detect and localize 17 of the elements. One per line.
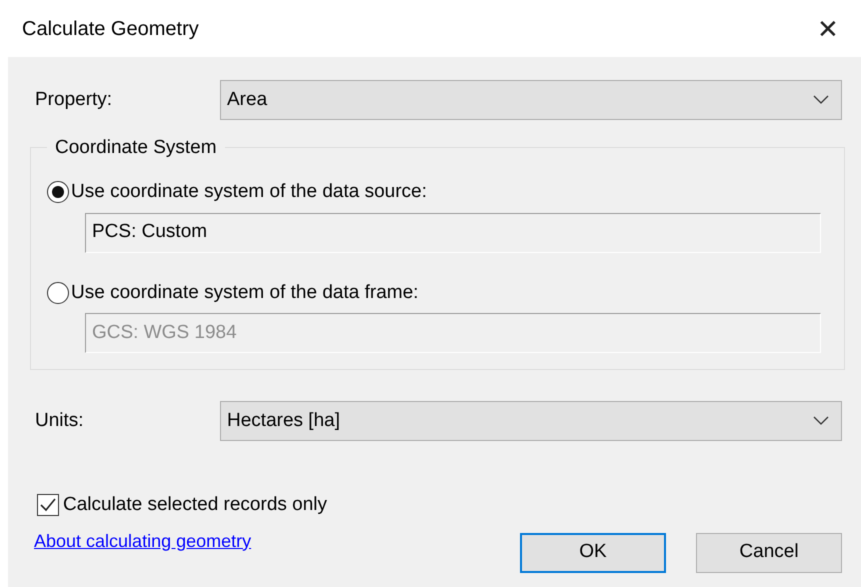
units-label: Units:: [35, 408, 85, 433]
checkbox[interactable]: [37, 494, 59, 516]
property-dropdown[interactable]: Area: [220, 80, 842, 120]
dialog-button[interactable]: Cancel: [696, 532, 842, 572]
selected-records-checkbox[interactable]: Calculate selected records only: [37, 491, 842, 520]
dialog-button[interactable]: OK: [520, 532, 666, 572]
window-title: Calculate Geometry: [22, 16, 199, 42]
group-legend: Coordinate System: [47, 136, 225, 160]
units-dropdown[interactable]: Hectares [ha]: [220, 401, 842, 441]
chevron-down-icon: [813, 416, 829, 426]
coordinate-system-field[interactable]: PCS: Custom: [85, 212, 821, 252]
radio-button[interactable]: [47, 181, 69, 204]
chevron-down-icon: [813, 95, 829, 105]
help-link[interactable]: About calculating geometry: [34, 528, 252, 554]
close-button[interactable]: ✕: [813, 16, 843, 42]
radio-option[interactable]: Use coordinate system of the data source:: [47, 178, 824, 206]
property-label: Property:: [35, 88, 114, 112]
